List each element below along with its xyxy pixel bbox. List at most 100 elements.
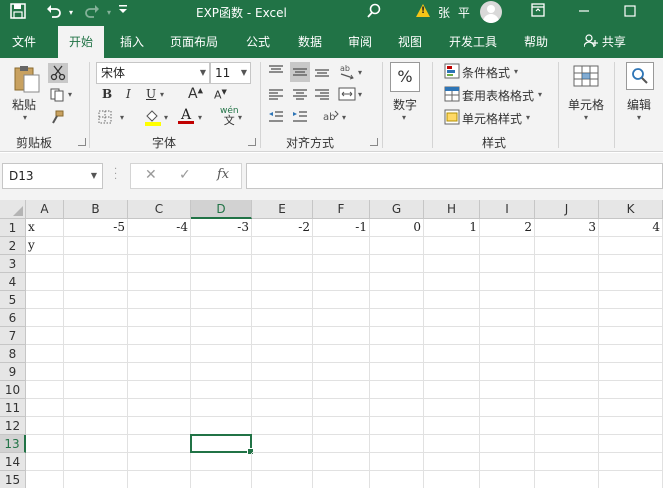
cell-d3[interactable] [191,255,252,273]
column-header-h[interactable]: H [424,200,480,219]
cell-j3[interactable] [535,255,599,273]
column-header-e[interactable]: E [252,200,313,219]
cell-g8[interactable] [370,345,424,363]
cell-h9[interactable] [424,363,480,381]
cell-e11[interactable] [252,399,313,417]
cell-e2[interactable] [252,237,313,255]
minimize-icon[interactable] [574,3,594,23]
cell-i14[interactable] [480,453,535,471]
cell-g6[interactable] [370,309,424,327]
cell-k11[interactable] [599,399,663,417]
cell-b2[interactable] [64,237,128,255]
cell-j11[interactable] [535,399,599,417]
cell-j1[interactable]: 3 [535,219,599,237]
tab-review[interactable]: 审阅 [338,26,382,58]
search-icon[interactable] [364,3,384,23]
cell-b12[interactable] [64,417,128,435]
cell-g10[interactable] [370,381,424,399]
border-icon[interactable] [98,110,112,127]
cell-b6[interactable] [64,309,128,327]
border-dropdown-icon[interactable]: ▾ [120,113,124,122]
cell-styles-dropdown-icon[interactable]: ▾ [526,113,530,122]
cell-b14[interactable] [64,453,128,471]
merge-center-icon[interactable] [338,86,356,105]
cell-c3[interactable] [128,255,191,273]
font-name-dropdown-icon[interactable]: ▼ [200,63,206,83]
cell-c7[interactable] [128,327,191,345]
row-header-3[interactable]: 3 [0,255,26,273]
select-all-button[interactable] [0,200,26,219]
cell-c9[interactable] [128,363,191,381]
cell-h11[interactable] [424,399,480,417]
cell-h2[interactable] [424,237,480,255]
row-header-1[interactable]: 1 [0,219,26,237]
cell-e14[interactable] [252,453,313,471]
paste-dropdown-icon[interactable]: ▾ [23,113,27,122]
cell-b7[interactable] [64,327,128,345]
row-header-15[interactable]: 15 [0,471,26,488]
cell-h10[interactable] [424,381,480,399]
cell-e7[interactable] [252,327,313,345]
copy-dropdown-icon[interactable]: ▾ [68,90,72,99]
cell-e15[interactable] [252,471,313,488]
share-button[interactable]: 共享 [583,26,626,58]
font-color-icon[interactable]: A [178,107,194,124]
cell-e4[interactable] [252,273,313,291]
cell-g5[interactable] [370,291,424,309]
tab-data[interactable]: 数据 [288,26,332,58]
row-header-7[interactable]: 7 [0,327,26,345]
tab-insert[interactable]: 插入 [110,26,154,58]
cell-c5[interactable] [128,291,191,309]
cell-i15[interactable] [480,471,535,488]
number-format-dropdown-icon[interactable]: ▾ [402,113,406,122]
cell-j4[interactable] [535,273,599,291]
cell-h14[interactable] [424,453,480,471]
cell-a11[interactable] [26,399,64,417]
cell-d15[interactable] [191,471,252,488]
cell-h6[interactable] [424,309,480,327]
row-header-6[interactable]: 6 [0,309,26,327]
shrink-font-button[interactable]: A▼ [214,88,227,102]
cell-k2[interactable] [599,237,663,255]
cell-k9[interactable] [599,363,663,381]
cell-d12[interactable] [191,417,252,435]
orientation-dropdown-icon[interactable]: ▾ [358,68,362,77]
column-header-g[interactable]: G [370,200,424,219]
splitter-handle-icon[interactable]: · · · [114,165,117,185]
cell-d7[interactable] [191,327,252,345]
cell-j8[interactable] [535,345,599,363]
cell-g9[interactable] [370,363,424,381]
tab-home[interactable]: 开始 [58,26,104,58]
cell-d2[interactable] [191,237,252,255]
cell-k12[interactable] [599,417,663,435]
cell-f13[interactable] [313,435,370,453]
save-icon[interactable] [8,3,28,23]
cell-c1[interactable]: -4 [128,219,191,237]
cell-j12[interactable] [535,417,599,435]
cell-e3[interactable] [252,255,313,273]
cell-a15[interactable] [26,471,64,488]
cell-b11[interactable] [64,399,128,417]
tab-developer[interactable]: 开发工具 [440,26,506,58]
worksheet-grid[interactable]: A B C D E F G H I J K 1 x -5 -4 -3 -2 -1 0 1 2 3 4 2 y 3 4 5 6 7 8 9 10 1… [0,200,663,488]
font-color-dropdown-icon[interactable]: ▾ [198,113,202,122]
paste-icon[interactable] [12,64,42,97]
warning-icon[interactable]: ! [416,4,430,17]
cell-g2[interactable] [370,237,424,255]
cell-g13[interactable] [370,435,424,453]
number-format-button[interactable]: 数字 [393,96,417,113]
row-header-13[interactable]: 13 [0,435,26,453]
align-left-icon[interactable] [268,88,284,105]
user-name[interactable]: 张 平 [438,4,472,21]
cell-k14[interactable] [599,453,663,471]
fill-color-icon[interactable] [144,108,162,129]
cell-i5[interactable] [480,291,535,309]
cell-f12[interactable] [313,417,370,435]
cell-a7[interactable] [26,327,64,345]
cell-b5[interactable] [64,291,128,309]
editing-button[interactable]: 编辑 [627,96,651,113]
row-header-14[interactable]: 14 [0,453,26,471]
undo-dropdown-icon[interactable]: ▾ [66,3,76,23]
conditional-format-dropdown-icon[interactable]: ▾ [514,67,518,76]
cell-b13[interactable] [64,435,128,453]
